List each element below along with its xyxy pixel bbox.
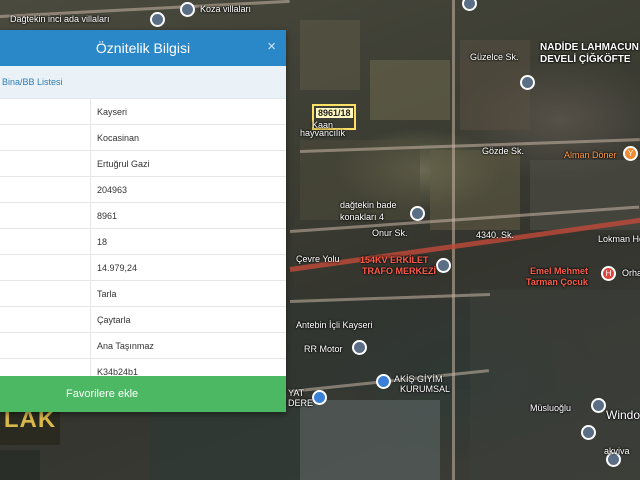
- map-label: Orha: [622, 268, 640, 278]
- add-to-favorites-button[interactable]: Favorilere ekle: [0, 376, 286, 412]
- map-label: YAT: [288, 388, 305, 398]
- map-label: Onur Sk.: [372, 228, 408, 238]
- location-pin-icon[interactable]: [150, 12, 165, 27]
- location-pin-icon[interactable]: [462, 0, 477, 11]
- map-label: TRAFO MERKEZİ: [362, 266, 436, 276]
- attribute-table: Kayseri Kocasinan Ertuğrul Gazi 204963 8…: [0, 99, 286, 385]
- location-pin-icon[interactable]: [436, 258, 451, 273]
- table-row: Tarla: [0, 281, 286, 307]
- table-row: 14.979,24: [0, 255, 286, 281]
- map-label: Koza villaları: [200, 4, 252, 14]
- map-label: hayvancılık: [300, 128, 346, 138]
- table-row: Kocasinan: [0, 125, 286, 151]
- map-label: Güzelce Sk.: [470, 52, 519, 62]
- map-label: Çevre Yolu: [296, 254, 340, 264]
- map-label: Müsluoğlu: [530, 403, 572, 413]
- map-label: Lokman He: [598, 234, 640, 244]
- map-label: 154KV ERKİLET: [360, 255, 429, 265]
- hospital-pin-icon[interactable]: H: [601, 266, 616, 281]
- map-label: DERE: [288, 398, 314, 408]
- map-label: AKİŞ GİYİM: [394, 374, 443, 384]
- map-label: Emel Mehmet: [530, 266, 589, 276]
- panel-subtitle[interactable]: Bina/BB Listesi: [0, 66, 286, 99]
- map-label: Dağtekin inci ada villaları: [10, 14, 110, 24]
- map-label: KURUMSAL: [400, 384, 451, 394]
- map-label: Gözde Sk.: [482, 146, 525, 156]
- location-pin-icon[interactable]: [410, 206, 425, 221]
- attribute-value: 14.979,24: [97, 262, 138, 273]
- table-row: Kayseri: [0, 99, 286, 125]
- table-row: Ertuğrul Gazi: [0, 151, 286, 177]
- attribute-value: 18: [97, 236, 108, 247]
- map-label: akviva: [604, 446, 630, 456]
- attribute-value: 204963: [97, 184, 128, 195]
- panel-header: Öznitelik Bilgisi ×: [0, 30, 286, 66]
- shop-pin-icon[interactable]: [312, 390, 327, 405]
- restaurant-pin-icon[interactable]: Y: [623, 146, 638, 161]
- shop-pin-icon[interactable]: [376, 374, 391, 389]
- attribute-value: Tarla: [97, 288, 117, 299]
- close-icon[interactable]: ×: [267, 38, 276, 55]
- map-label: konakları 4: [340, 212, 385, 222]
- map-label: 4340. Sk.: [476, 230, 515, 240]
- attribute-value: Ana Taşınmaz: [97, 340, 154, 351]
- map-label: Antebin İçli Kayseri: [296, 320, 373, 330]
- map-label: DEVELİ ÇİĞKÖFTE: [540, 54, 631, 65]
- attribute-value: Kayseri: [97, 106, 128, 117]
- location-pin-icon[interactable]: [591, 398, 606, 413]
- table-row: Ana Taşınmaz: [0, 333, 286, 359]
- attribute-value: Kocasinan: [97, 132, 140, 143]
- attribute-value: 8961: [97, 210, 118, 221]
- panel-title: Öznitelik Bilgisi: [95, 40, 191, 56]
- map-overlay-block: [0, 450, 40, 480]
- table-row: Çaytarla: [0, 307, 286, 333]
- map-label: Alman Döner: [564, 150, 617, 160]
- location-pin-icon[interactable]: [520, 75, 535, 90]
- map-label: NADİDE LAHMACUN: [540, 42, 639, 53]
- location-pin-icon[interactable]: [180, 2, 195, 17]
- location-pin-icon[interactable]: [581, 425, 596, 440]
- map-label: dağtekin bade: [340, 200, 397, 210]
- table-row: 8961: [0, 203, 286, 229]
- map-label: Tarman Çocuk: [526, 277, 588, 287]
- attribute-info-panel: Öznitelik Bilgisi × Bina/BB Listesi Kays…: [0, 30, 286, 412]
- location-pin-icon[interactable]: [352, 340, 367, 355]
- map-label: Windo: [606, 408, 640, 422]
- table-row: 204963: [0, 177, 286, 203]
- parcel-label: 8961/18: [316, 108, 353, 118]
- attribute-value: Çaytarla: [97, 314, 131, 325]
- map-label: RR Motor: [304, 344, 343, 354]
- table-row: 18: [0, 229, 286, 255]
- attribute-value: Ertuğrul Gazi: [97, 158, 150, 169]
